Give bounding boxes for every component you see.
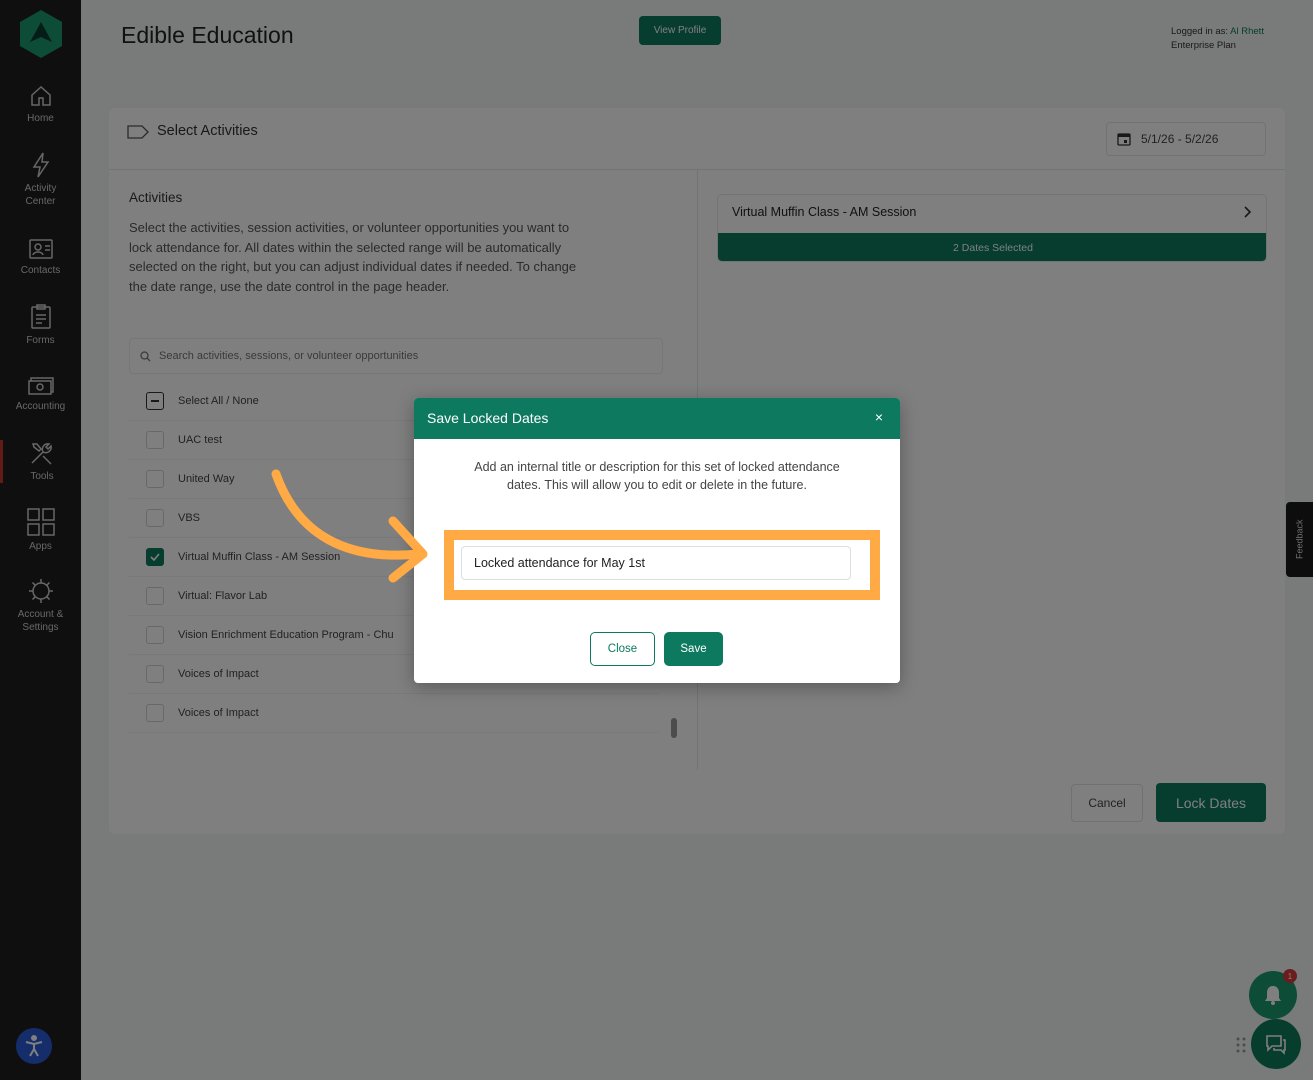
highlight-annotation: [444, 530, 880, 600]
arrow-annotation-icon: [271, 469, 428, 583]
modal-description: Add an internal title or description for…: [474, 460, 840, 492]
modal-title: Save Locked Dates: [427, 410, 549, 426]
save-button[interactable]: Save: [664, 632, 723, 666]
modal-header: Save Locked Dates ×: [414, 398, 900, 439]
close-button[interactable]: Close: [590, 632, 655, 666]
close-icon[interactable]: ×: [870, 408, 888, 426]
